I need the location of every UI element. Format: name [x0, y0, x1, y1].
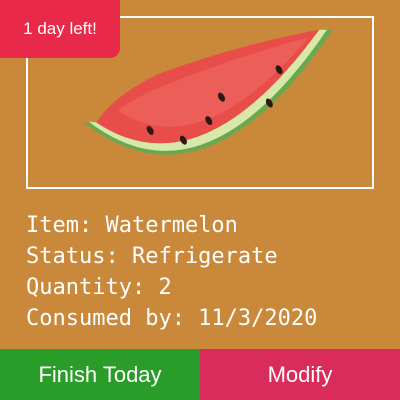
item-consumed-by-text: Consumed by: 11/3/2020 — [26, 306, 318, 331]
item-name-text: Item: Watermelon — [26, 213, 238, 238]
modify-button[interactable]: Modify — [200, 349, 400, 400]
item-status-text: Status: Refrigerate — [26, 244, 278, 269]
food-item-card: 1 day left! Item: Watermelon Status: Ref… — [0, 0, 400, 400]
item-quantity-text: Quantity: 2 — [26, 275, 172, 300]
action-bar: Finish Today Modify — [0, 349, 400, 400]
item-details: Item: Watermelon Status: Refrigerate Qua… — [26, 210, 386, 334]
days-left-badge: 1 day left! — [0, 0, 120, 58]
finish-today-button[interactable]: Finish Today — [0, 349, 200, 400]
